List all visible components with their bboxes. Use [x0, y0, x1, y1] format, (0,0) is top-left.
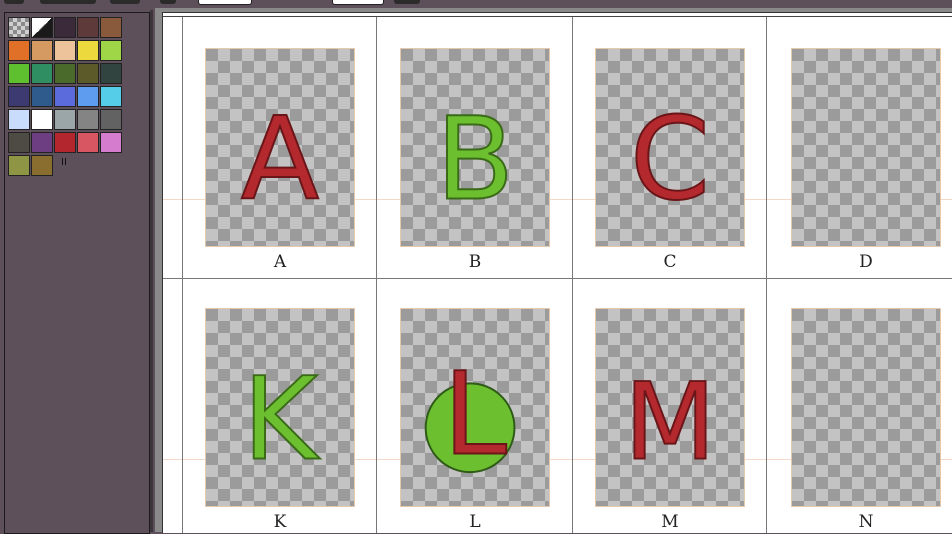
- card-label: M: [661, 512, 679, 532]
- color-swatch[interactable]: [31, 40, 53, 61]
- color-swatch[interactable]: [31, 155, 53, 176]
- card-b[interactable]: B: [400, 48, 550, 247]
- cell-divider: [766, 17, 767, 533]
- cell-divider: [572, 17, 573, 533]
- color-swatch[interactable]: [77, 63, 99, 84]
- color-swatch[interactable]: [54, 63, 76, 84]
- toolbar-button[interactable]: [110, 0, 140, 4]
- card-c[interactable]: C: [595, 48, 745, 247]
- color-swatch[interactable]: [100, 109, 122, 130]
- cell-divider: [376, 17, 377, 533]
- card-artwork: C: [629, 91, 711, 226]
- card-glyph: K: [242, 352, 320, 485]
- card-label: B: [468, 252, 482, 272]
- toolbar-button[interactable]: [40, 0, 96, 4]
- toolbar-button[interactable]: [160, 0, 176, 4]
- card-artwork: M: [623, 359, 717, 485]
- panel-splitter[interactable]: [150, 10, 153, 532]
- color-swatch[interactable]: [54, 40, 76, 61]
- color-swatch[interactable]: [77, 17, 99, 38]
- toolbar-input[interactable]: [332, 0, 384, 5]
- palette-page-indicator: II: [61, 157, 67, 168]
- card-label: L: [469, 512, 481, 532]
- card-artwork: [792, 49, 940, 246]
- color-swatch[interactable]: [31, 132, 53, 153]
- toolbar-button[interactable]: [4, 0, 24, 4]
- card-label: C: [663, 252, 677, 272]
- row-divider: [163, 278, 952, 279]
- color-swatch[interactable]: [8, 155, 30, 176]
- card-d[interactable]: [791, 48, 941, 247]
- color-swatch[interactable]: [31, 63, 53, 84]
- card-glyph: B: [436, 92, 515, 225]
- card-artwork: B: [435, 91, 515, 226]
- color-swatch[interactable]: [100, 132, 122, 153]
- cell-divider: [182, 17, 183, 533]
- color-palette-panel: II: [4, 12, 150, 534]
- card-label: N: [858, 512, 874, 532]
- card-l[interactable]: L: [400, 308, 550, 507]
- card-artwork: L: [424, 346, 516, 481]
- color-swatch[interactable]: [8, 86, 30, 107]
- toolbar-input[interactable]: [198, 0, 252, 5]
- color-swatch[interactable]: [54, 86, 76, 107]
- card-k[interactable]: K: [205, 308, 355, 507]
- toolbar-button[interactable]: [394, 0, 420, 4]
- card-m[interactable]: M: [595, 308, 745, 507]
- color-swatch[interactable]: [31, 109, 53, 130]
- card-artwork: K: [241, 351, 321, 486]
- card-artwork: [792, 309, 940, 506]
- card-n[interactable]: [791, 308, 941, 507]
- card-glyph: A: [241, 92, 319, 225]
- card-glyph: M: [624, 360, 716, 484]
- color-swatch[interactable]: [8, 132, 30, 153]
- card-sheet[interactable]: AABBCCDKKLLMMN: [162, 12, 952, 533]
- color-swatch[interactable]: [77, 40, 99, 61]
- color-swatch[interactable]: [8, 63, 30, 84]
- card-label: A: [273, 252, 287, 272]
- card-glyph: C: [630, 92, 710, 225]
- color-swatch[interactable]: [54, 17, 76, 38]
- color-swatch[interactable]: [77, 132, 99, 153]
- color-swatch[interactable]: [100, 17, 122, 38]
- color-swatch[interactable]: [54, 109, 76, 130]
- color-swatch[interactable]: [77, 109, 99, 130]
- card-glyph: L: [443, 347, 507, 480]
- color-swatch[interactable]: [31, 86, 53, 107]
- sheet-border: [163, 16, 952, 17]
- color-swatch[interactable]: [100, 40, 122, 61]
- color-swatch[interactable]: [8, 109, 30, 130]
- color-swatch[interactable]: [54, 132, 76, 153]
- color-swatch[interactable]: [100, 63, 122, 84]
- top-toolbar: [0, 0, 952, 8]
- color-swatch[interactable]: [100, 86, 122, 107]
- card-artwork: A: [240, 91, 320, 226]
- card-a[interactable]: A: [205, 48, 355, 247]
- color-swatch[interactable]: [8, 17, 30, 38]
- color-swatch[interactable]: [77, 86, 99, 107]
- color-swatch[interactable]: [31, 17, 53, 38]
- card-label: K: [273, 512, 287, 532]
- color-swatch[interactable]: [8, 40, 30, 61]
- card-label: D: [859, 252, 873, 272]
